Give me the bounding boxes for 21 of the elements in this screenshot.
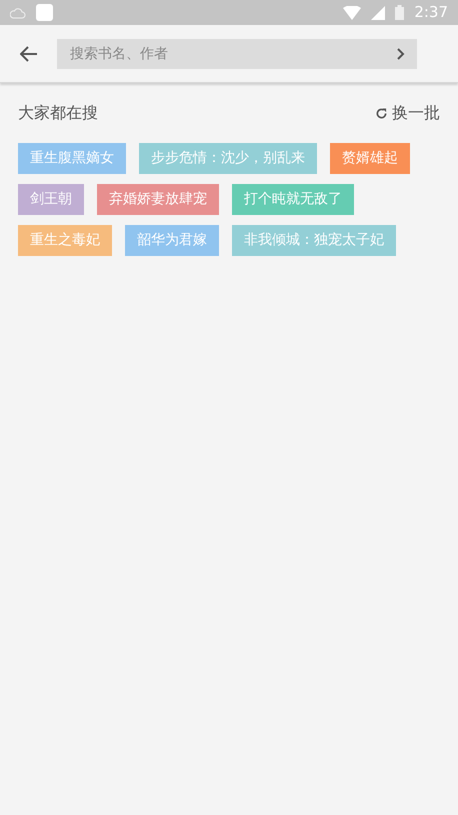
back-arrow-icon xyxy=(20,46,38,62)
search-tag[interactable]: 赘婿雄起 xyxy=(330,143,410,174)
section-title: 大家都在搜 xyxy=(18,102,98,124)
search-field[interactable]: 搜索书名、作者 xyxy=(57,38,417,68)
weather-icon xyxy=(10,6,26,20)
search-tag[interactable]: 打个盹就无敌了 xyxy=(232,184,354,215)
refresh-button[interactable]: 换一批 xyxy=(376,101,440,125)
search-tag[interactable]: 剑王朝 xyxy=(18,184,84,215)
search-tag[interactable]: 重生之毒妃 xyxy=(18,225,112,256)
refresh-icon xyxy=(376,108,387,118)
wifi-icon xyxy=(343,6,362,20)
battery-icon xyxy=(395,5,404,20)
search-tag[interactable]: 重生腹黑嫡女 xyxy=(18,143,126,174)
signal-icon xyxy=(371,6,386,20)
search-tag[interactable]: 弃婚娇妻放肆宠 xyxy=(97,184,219,215)
clock-time: 2:37 xyxy=(414,2,448,24)
chevron-right-icon xyxy=(397,48,405,60)
search-tag[interactable]: 韶华为君嫁 xyxy=(125,225,219,256)
notification-icon xyxy=(36,4,53,21)
search-tag[interactable]: 步步危情：沈少，别乱来 xyxy=(139,143,317,174)
search-tag[interactable]: 非我倾城：独宠太子妃 xyxy=(232,225,396,256)
